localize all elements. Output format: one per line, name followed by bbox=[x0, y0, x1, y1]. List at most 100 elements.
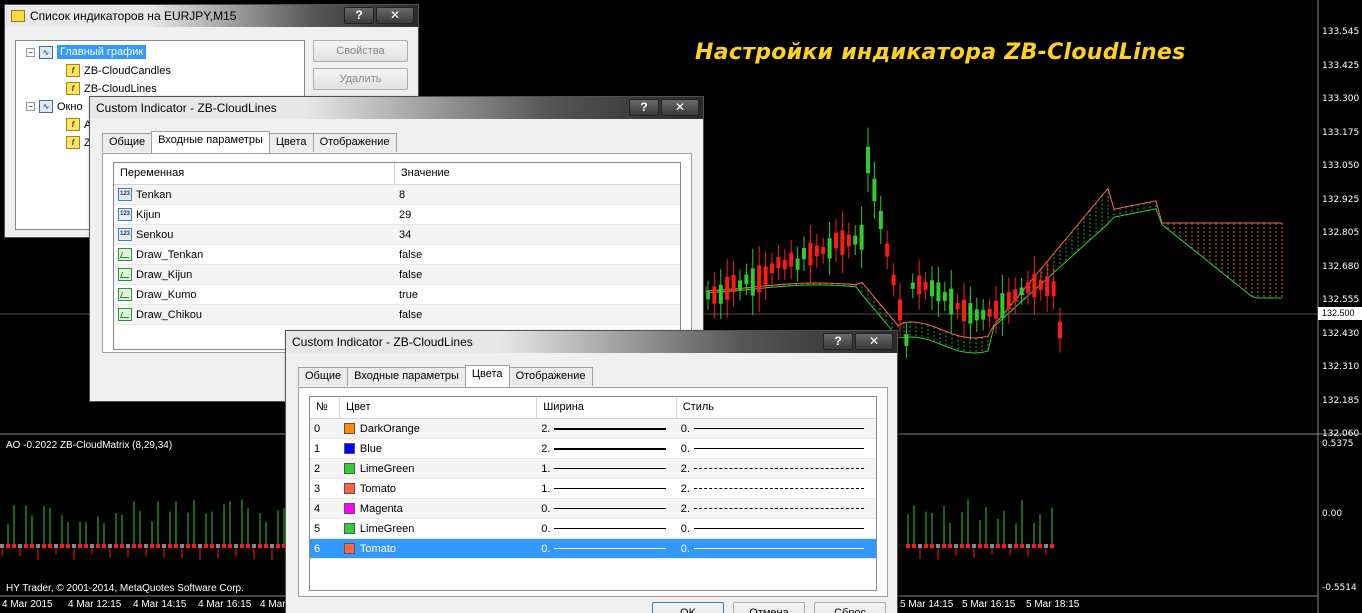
oscillator-dot bbox=[276, 544, 280, 548]
oscillator-dot bbox=[228, 544, 232, 548]
color-cell[interactable]: Magenta bbox=[340, 499, 537, 518]
inputs-dialog-titlebar[interactable]: Custom Indicator - ZB-CloudLines ? ✕ bbox=[90, 97, 703, 119]
input-row[interactable]: Draw_Chikou false bbox=[114, 305, 680, 325]
input-value-cell[interactable]: true bbox=[395, 285, 680, 304]
input-value-cell[interactable]: false bbox=[395, 305, 680, 324]
tree-item-cloudcandles[interactable]: f ZB-CloudCandles bbox=[66, 64, 171, 77]
column-number[interactable]: № bbox=[310, 397, 340, 418]
oscillator-dot bbox=[216, 544, 220, 548]
style-cell[interactable]: 2. bbox=[677, 499, 876, 518]
color-row[interactable]: 2 LimeGreen 1. 2. bbox=[310, 459, 876, 479]
input-row[interactable]: Draw_Kumo true bbox=[114, 285, 680, 305]
input-value-cell[interactable]: false bbox=[395, 245, 680, 264]
column-width[interactable]: Ширина bbox=[537, 397, 677, 418]
tab-colors[interactable]: Цвета bbox=[464, 365, 510, 387]
tab-visualization[interactable]: Отображение bbox=[312, 133, 397, 152]
tree-item-sub-z[interactable]: f Z bbox=[66, 136, 91, 149]
width-cell[interactable]: 0. bbox=[537, 519, 677, 538]
tab-inputs[interactable]: Входные параметры bbox=[151, 131, 270, 153]
column-variable[interactable]: Переменная bbox=[114, 163, 396, 184]
width-cell[interactable]: 0. bbox=[537, 499, 677, 518]
colors-tabs[interactable]: Общие Входные параметры Цвета Отображени… bbox=[298, 365, 593, 387]
input-value-cell[interactable]: 34 bbox=[395, 225, 680, 244]
tab-visualization[interactable]: Отображение bbox=[508, 367, 593, 386]
style-cell[interactable]: 0. bbox=[677, 539, 876, 558]
ok-button[interactable]: OK bbox=[652, 602, 724, 613]
tree-item-main-chart[interactable]: − ∿ Главный график bbox=[26, 45, 147, 59]
width-cell[interactable]: 0. bbox=[537, 539, 677, 558]
style-cell[interactable]: 0. bbox=[677, 419, 876, 438]
color-cell[interactable]: Tomato bbox=[340, 479, 537, 498]
color-row[interactable]: 4 Magenta 0. 2. bbox=[310, 499, 876, 519]
chart-icon: ∿ bbox=[39, 45, 53, 59]
input-row[interactable]: 123 Senkou 34 bbox=[114, 225, 680, 245]
color-cell[interactable]: DarkOrange bbox=[340, 419, 537, 438]
tab-colors[interactable]: Цвета bbox=[268, 133, 314, 152]
style-cell[interactable]: 0. bbox=[677, 519, 876, 538]
collapse-icon[interactable]: − bbox=[26, 47, 35, 57]
candle-body bbox=[706, 290, 710, 300]
color-row[interactable]: 6 Tomato 0. 0. bbox=[310, 539, 876, 559]
input-value-cell[interactable]: 8 bbox=[395, 185, 680, 204]
tab-general[interactable]: Общие bbox=[298, 367, 349, 386]
cancel-button[interactable]: Отмена bbox=[733, 602, 805, 613]
width-cell[interactable]: 1. bbox=[537, 459, 677, 478]
candle-body bbox=[968, 303, 973, 324]
integer-type-icon: 123 bbox=[118, 228, 132, 241]
input-row[interactable]: Draw_Kijun false bbox=[114, 265, 680, 285]
input-row[interactable]: 123 Kijun 29 bbox=[114, 205, 680, 225]
help-button[interactable]: ? bbox=[823, 333, 853, 350]
color-row[interactable]: 1 Blue 2. 0. bbox=[310, 439, 876, 459]
candle-body bbox=[827, 238, 832, 259]
style-cell[interactable]: 2. bbox=[677, 459, 876, 478]
style-cell[interactable]: 0. bbox=[677, 439, 876, 458]
help-button[interactable]: ? bbox=[344, 7, 374, 24]
color-name: Tomato bbox=[359, 482, 396, 495]
close-button[interactable]: ✕ bbox=[376, 7, 414, 24]
column-style[interactable]: Стиль bbox=[677, 397, 876, 418]
colors-dialog-titlebar[interactable]: Custom Indicator - ZB-CloudLines ? ✕ bbox=[286, 331, 897, 353]
color-row[interactable]: 0 DarkOrange 2. 0. bbox=[310, 419, 876, 439]
column-value[interactable]: Значение bbox=[395, 163, 680, 184]
input-variable-cell: 123 Kijun bbox=[114, 205, 395, 224]
close-button[interactable]: ✕ bbox=[661, 99, 699, 116]
color-cell[interactable]: Tomato bbox=[340, 539, 537, 558]
inputs-grid-header: Переменная Значение bbox=[114, 163, 680, 185]
delete-button[interactable]: Удалить bbox=[313, 68, 408, 90]
color-cell[interactable]: Blue bbox=[340, 439, 537, 458]
color-cell[interactable]: LimeGreen bbox=[340, 459, 537, 478]
colors-dialog[interactable]: Custom Indicator - ZB-CloudLines ? ✕ Общ… bbox=[285, 330, 898, 613]
width-cell[interactable]: 2. bbox=[537, 419, 677, 438]
tab-general[interactable]: Общие bbox=[102, 133, 153, 152]
inputs-tabs[interactable]: Общие Входные параметры Цвета Отображени… bbox=[102, 131, 397, 153]
tree-item-cloudlines[interactable]: f ZB-CloudLines bbox=[66, 82, 157, 95]
style-line-preview bbox=[693, 448, 864, 449]
width-cell[interactable]: 2. bbox=[537, 439, 677, 458]
width-cell[interactable]: 1. bbox=[537, 479, 677, 498]
help-button[interactable]: ? bbox=[629, 99, 659, 116]
properties-button[interactable]: Свойства bbox=[313, 40, 408, 62]
tab-inputs[interactable]: Входные параметры bbox=[347, 367, 466, 386]
color-row[interactable]: 3 Tomato 1. 2. bbox=[310, 479, 876, 499]
input-row[interactable]: 123 Tenkan 8 bbox=[114, 185, 680, 205]
input-value-cell[interactable]: false bbox=[395, 265, 680, 284]
color-cell[interactable]: LimeGreen bbox=[340, 519, 537, 538]
tree-item-window[interactable]: − ∿ Окно bbox=[26, 100, 83, 113]
input-value-cell[interactable]: 29 bbox=[395, 205, 680, 224]
width-line-preview bbox=[554, 468, 667, 469]
column-color[interactable]: Цвет bbox=[340, 397, 538, 418]
colors-grid[interactable]: № Цвет Ширина Стиль 0 DarkOrange 2. 0. 1 Blue… bbox=[309, 396, 877, 591]
oscillator-dot bbox=[84, 544, 88, 548]
inputs-panel: Переменная Значение 123 Tenkan 8 123 Kijun 29… bbox=[102, 153, 692, 353]
reset-button[interactable]: Сброс bbox=[814, 602, 886, 613]
color-row[interactable]: 5 LimeGreen 0. 0. bbox=[310, 519, 876, 539]
inputs-grid[interactable]: Переменная Значение 123 Tenkan 8 123 Kijun 29… bbox=[113, 162, 681, 350]
indicator-list-titlebar[interactable]: Список индикаторов на EURJPY,M15 ? ✕ bbox=[5, 5, 418, 27]
tree-item-sub-a[interactable]: f A bbox=[66, 118, 91, 131]
style-cell[interactable]: 2. bbox=[677, 479, 876, 498]
collapse-icon[interactable]: − bbox=[26, 102, 35, 111]
colors-rows: 0 DarkOrange 2. 0. 1 Blue 2. 0. 2 LimeGreen 1. 2. 3 T… bbox=[310, 419, 876, 559]
close-button[interactable]: ✕ bbox=[855, 333, 893, 350]
input-row[interactable]: Draw_Tenkan false bbox=[114, 245, 680, 265]
oscillator-dot bbox=[54, 544, 58, 548]
